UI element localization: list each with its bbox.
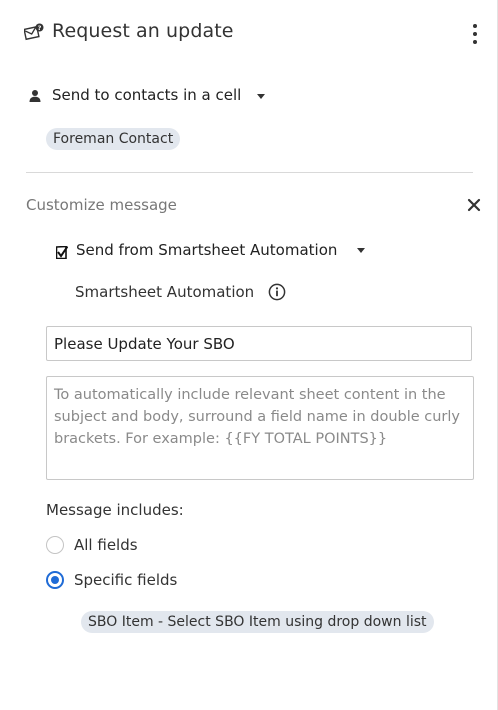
sender-name: Smartsheet Automation [75,283,255,301]
person-icon [28,88,42,102]
message-body-input[interactable] [46,376,474,480]
chevron-down-icon [357,248,365,253]
radio-specific-fields[interactable]: Specific fields [46,570,246,592]
svg-text:?: ? [38,24,42,32]
send-from-label: Send from Smartsheet Automation [76,241,338,259]
radio-selected-icon[interactable] [46,571,64,589]
selected-field-chip[interactable]: SBO Item - Select SBO Item using drop do… [81,611,434,633]
radio-specific-fields-label: Specific fields [74,571,178,589]
recipient-type-label: Send to contacts in a cell [52,86,242,104]
contact-column-chip[interactable]: Foreman Contact [46,128,181,150]
sender-name-row: Smartsheet Automation [75,283,315,303]
mail-notification-icon: ? [23,23,44,41]
radio-all-fields-label: All fields [74,536,138,554]
radio-all-fields[interactable]: All fields [46,535,246,557]
info-icon[interactable] [268,283,286,301]
customize-message-label: Customize message [26,196,177,214]
smartsheet-check-icon [55,244,69,260]
panel-header: ? Request an update [23,18,484,50]
section-divider [26,172,473,173]
radio-unselected-icon[interactable] [46,536,64,554]
message-includes-label: Message includes: [46,501,184,519]
send-from-dropdown[interactable]: Send from Smartsheet Automation [55,240,386,262]
chevron-down-icon [257,94,265,99]
close-icon[interactable] [466,197,482,213]
panel-title: Request an update [52,20,234,42]
recipient-type-dropdown[interactable]: Send to contacts in a cell [28,84,288,108]
subject-input[interactable] [46,326,472,361]
more-options-icon[interactable] [466,22,484,46]
